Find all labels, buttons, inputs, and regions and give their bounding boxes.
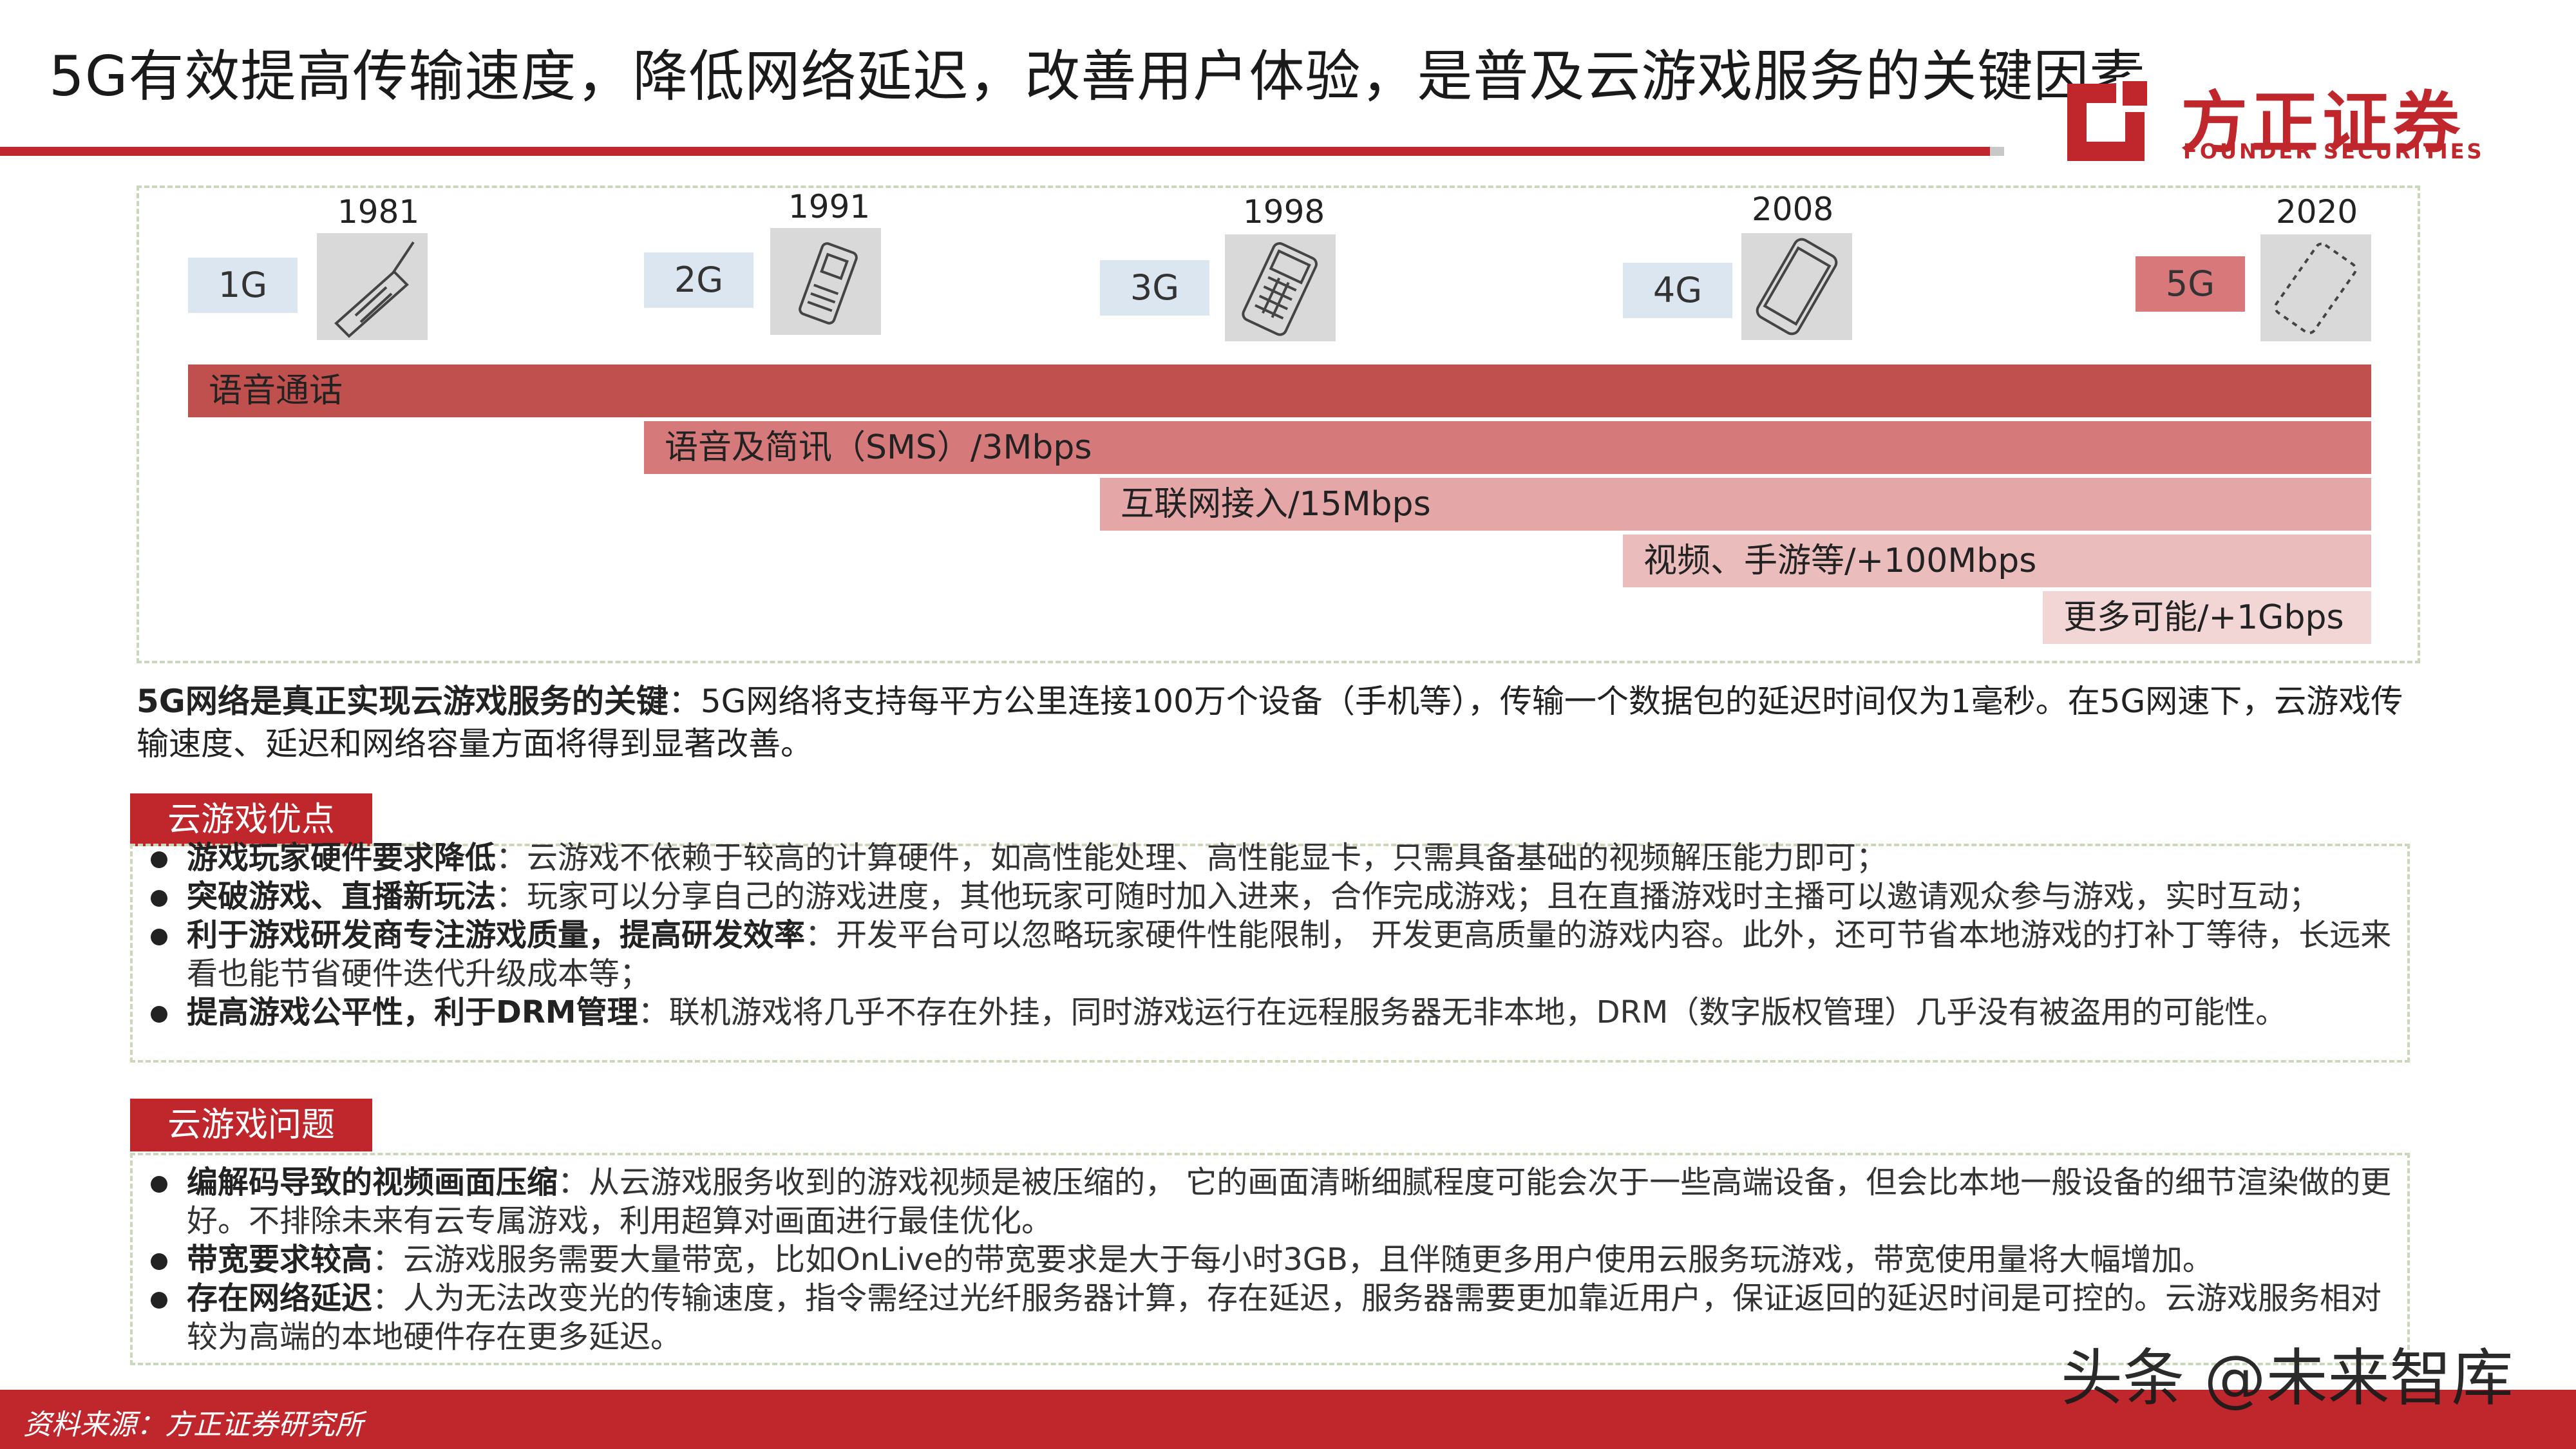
title-underline-tail: [1990, 147, 2004, 156]
list-item: 利于游戏研发商专注游戏质量，提高研发效率：开发平台可以忽略玩家硬件性能限制， 开…: [138, 916, 2392, 993]
gen-year-1981: 1981: [337, 193, 420, 231]
feature-phone-icon: [770, 228, 881, 335]
gen-year-2008: 2008: [1752, 191, 1834, 228]
capability-bar-video: 视频、手游等/+100Mbps: [1623, 535, 2371, 587]
founder-securities-logo: 方正证券 FOUNDER SECURITIES: [2061, 72, 2486, 175]
list-item: 编解码导致的视频画面压缩：从云游戏服务收到的游戏视频是被压缩的， 它的画面清晰细…: [138, 1163, 2392, 1240]
list-item: 突破游戏、直播新玩法：玩家可以分享自己的游戏进度，其他玩家可随时加入进来，合作完…: [138, 877, 2392, 916]
brick-phone-icon: [317, 233, 428, 340]
gen-year-2020: 2020: [2276, 193, 2358, 231]
watermark: 头条 @未来智库: [2061, 1342, 2514, 1414]
logo-english-text: FOUNDER SECURITIES: [2183, 139, 2485, 164]
gen-badge-5g: 5G: [2136, 256, 2245, 312]
list-item: 存在网络延迟：人为无法改变光的传输速度，指令需经过光纤服务器计算，存在延迟，服务…: [138, 1279, 2392, 1356]
list-item: 带宽要求较高：云游戏服务需要大量带宽，比如OnLive的带宽要求是大于每小时3G…: [138, 1240, 2392, 1279]
advantages-list: 游戏玩家硬件要求降低：云游戏不依赖于较高的计算硬件，如高性能处理、高性能显卡，只…: [138, 838, 2392, 1032]
gen-badge-4g: 4G: [1623, 263, 1732, 318]
list-item: 游戏玩家硬件要求降低：云游戏不依赖于较高的计算硬件，如高性能处理、高性能显卡，只…: [138, 838, 2392, 877]
list-item: 提高游戏公平性，利于DRM管理：联机游戏将几乎不存在外挂，同时游戏运行在远程服务…: [138, 993, 2392, 1032]
future-phone-icon: [2260, 234, 2371, 341]
summary-paragraph: 5G网络是真正实现云游戏服务的关键：5G网络将支持每平方公里连接100万个设备（…: [137, 680, 2429, 765]
summary-lead: 5G网络是真正实现云游戏服务的关键: [137, 683, 668, 720]
founder-logo-mark-icon: [2061, 77, 2151, 167]
gen-badge-3g: 3G: [1100, 260, 1209, 316]
page-title: 5G有效提高传输速度，降低网络延迟，改善用户体验，是普及云游戏服务的关键因素: [49, 44, 2146, 109]
section-tab-problems: 云游戏问题: [130, 1099, 372, 1151]
gen-badge-1g: 1G: [188, 258, 298, 313]
smartphone-icon: [1741, 233, 1852, 340]
capability-bar-voice: 语音通话: [188, 365, 2371, 417]
capability-bar-internet: 互联网接入/15Mbps: [1100, 478, 2371, 531]
source-note: 资料来源：方正证券研究所: [23, 1408, 363, 1441]
gen-year-1998: 1998: [1243, 193, 1325, 231]
gen-year-1991: 1991: [788, 188, 871, 225]
keypad-phone-icon: [1225, 234, 1336, 341]
capability-bar-more: 更多可能/+1Gbps: [2043, 591, 2371, 644]
capability-bar-sms: 语音及简讯（SMS）/3Mbps: [644, 421, 2371, 474]
title-underline: [0, 147, 1990, 156]
gen-badge-2g: 2G: [644, 252, 753, 308]
problems-list: 编解码导致的视频画面压缩：从云游戏服务收到的游戏视频是被压缩的， 它的画面清晰细…: [138, 1163, 2392, 1356]
